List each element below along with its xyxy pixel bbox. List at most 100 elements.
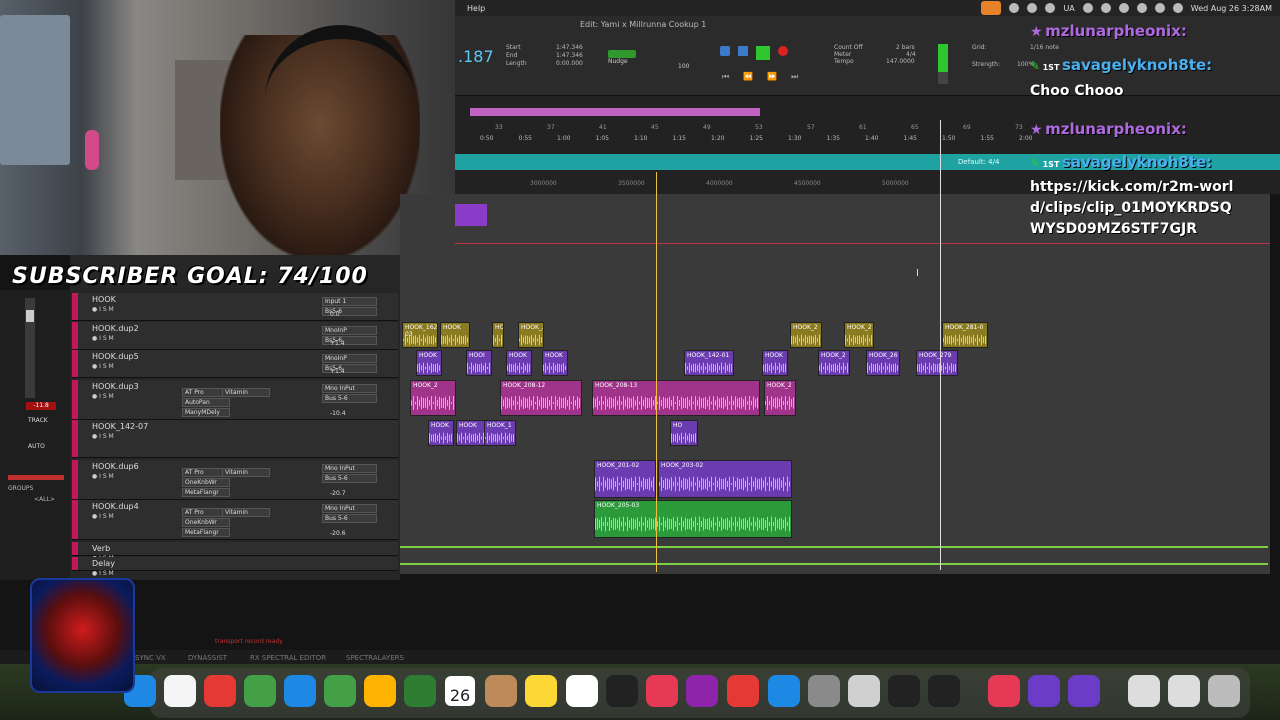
news-icon[interactable] bbox=[727, 675, 759, 707]
photos-icon[interactable] bbox=[364, 675, 396, 707]
forward-end-icon[interactable]: ⏭ bbox=[791, 72, 798, 82]
track-buttons[interactable]: ● I S M bbox=[92, 473, 114, 480]
track-volume[interactable]: -20.6 bbox=[330, 530, 346, 537]
auto-mode[interactable] bbox=[8, 475, 64, 480]
audio-clip[interactable]: HOOK_2 bbox=[844, 322, 874, 348]
tab-spectralayers[interactable]: SPECTRALAYERS bbox=[346, 654, 404, 662]
clock[interactable]: Wed Aug 26 3:28AM bbox=[1191, 4, 1272, 13]
track-header[interactable]: HOOK.dup3 ● I S M AT Pro Vitamin AutoPan Many… bbox=[72, 380, 398, 420]
audio-clip[interactable]: HOOK bbox=[428, 420, 454, 446]
track-name[interactable]: HOOK.dup4 bbox=[92, 502, 139, 511]
menu-help[interactable]: Help bbox=[467, 4, 485, 13]
track-buttons[interactable]: ● I S M bbox=[92, 306, 114, 313]
cc-icon[interactable] bbox=[1045, 3, 1056, 13]
avid-icon[interactable] bbox=[1028, 675, 1060, 707]
audio-clip[interactable]: HOOI bbox=[466, 350, 492, 376]
track-volume[interactable]: +1.4 bbox=[330, 340, 345, 347]
track-volume[interactable]: -20.7 bbox=[330, 490, 346, 497]
io-input[interactable]: Mno InPut bbox=[322, 504, 377, 513]
fader-knob[interactable] bbox=[26, 310, 34, 322]
record-indicator-icon[interactable] bbox=[981, 1, 1002, 15]
audio-clip[interactable]: HOOK_2 bbox=[764, 380, 796, 416]
audio-clip[interactable]: HOOK_26 bbox=[866, 350, 900, 376]
audio-clip[interactable]: HOOK_203-02 bbox=[658, 460, 792, 498]
mail-icon[interactable] bbox=[284, 675, 316, 707]
play-button[interactable] bbox=[756, 46, 770, 60]
play-icon[interactable] bbox=[1100, 3, 1111, 13]
loop-button[interactable] bbox=[720, 46, 730, 56]
audio-clip[interactable]: HOOK_279 bbox=[916, 350, 958, 376]
io-input[interactable]: Mno InPut bbox=[322, 464, 377, 473]
forward-icon[interactable]: ⏩ bbox=[767, 72, 777, 82]
nudge-value[interactable]: 100 bbox=[678, 63, 689, 70]
audio-clip[interactable]: HOOK_2 bbox=[410, 380, 456, 416]
rewind-icon[interactable]: ⏪ bbox=[743, 72, 753, 82]
avid2-icon[interactable] bbox=[1068, 675, 1100, 707]
control-center-icon[interactable] bbox=[1172, 3, 1183, 13]
audio-clip[interactable]: HOOK bbox=[492, 322, 504, 348]
notes-icon[interactable] bbox=[525, 675, 557, 707]
end-value[interactable]: 1:47.346 bbox=[556, 52, 583, 60]
track-name[interactable]: Delay bbox=[92, 559, 115, 568]
audio-clip[interactable]: HOOK bbox=[456, 420, 486, 446]
maps-icon[interactable] bbox=[324, 675, 356, 707]
audio-clip[interactable]: HOOK_2 bbox=[518, 322, 544, 348]
protools-icon[interactable] bbox=[888, 675, 920, 707]
tab-dynassist[interactable]: DYNASSIST bbox=[188, 654, 227, 662]
audio-clip[interactable]: HOOK bbox=[762, 350, 788, 376]
plugin-insert[interactable]: ManyMDely bbox=[182, 408, 230, 417]
track-buttons[interactable]: ● I S M bbox=[92, 393, 114, 400]
count-off-bars[interactable]: 2 bars bbox=[896, 44, 915, 51]
contacts-icon[interactable] bbox=[485, 675, 517, 707]
audio-clip[interactable]: HOOK_201-02 bbox=[594, 460, 656, 498]
track-buttons[interactable]: ● I S M bbox=[92, 513, 114, 520]
plugin-insert[interactable]: OneKnbWr bbox=[182, 518, 230, 527]
protools2-icon[interactable] bbox=[928, 675, 960, 707]
marker-range[interactable] bbox=[470, 108, 760, 116]
audio-clip[interactable]: HOOK_281-0 bbox=[942, 322, 988, 348]
track-name[interactable]: Verb bbox=[92, 544, 110, 553]
appstore-icon[interactable] bbox=[768, 675, 800, 707]
app-icon[interactable] bbox=[848, 675, 880, 707]
audio-clip[interactable]: HOOK bbox=[542, 350, 568, 376]
record-button[interactable] bbox=[778, 46, 788, 56]
tempo-value[interactable]: 147.0000 bbox=[886, 58, 915, 65]
io-input[interactable]: MnoInP bbox=[322, 354, 377, 363]
tab-rx-spectral[interactable]: RX SPECTRAL EDITOR bbox=[250, 654, 326, 662]
plugin-insert[interactable]: Vitamin bbox=[222, 508, 270, 517]
stop-button[interactable] bbox=[738, 46, 748, 56]
audio-clip[interactable]: HOOK_2 bbox=[790, 322, 822, 348]
track-name[interactable]: HOOK.dup5 bbox=[92, 352, 139, 361]
audio-clip[interactable]: HOOK_162-03 bbox=[402, 322, 438, 348]
audio-clip[interactable]: HOOK bbox=[440, 322, 470, 348]
audio-clip[interactable]: HOOK_208-13 bbox=[592, 380, 760, 416]
keyboard-layout[interactable]: UA bbox=[1063, 4, 1074, 13]
groups-all[interactable]: <ALL> bbox=[34, 496, 55, 503]
track-header[interactable]: Verb● I S M bbox=[72, 542, 398, 562]
track-header[interactable]: HOOK.dup4 ● I S M AT Pro Vitamin OneKnbWr Met… bbox=[72, 500, 398, 540]
freeform-icon[interactable] bbox=[566, 675, 598, 707]
send-bus[interactable]: Bus 5-6 bbox=[322, 394, 377, 403]
audio-clip[interactable]: HOOK_208-12 bbox=[500, 380, 582, 416]
plugin-insert[interactable]: AutoPan bbox=[182, 398, 230, 407]
wifi-icon[interactable] bbox=[1136, 3, 1147, 13]
music-icon[interactable] bbox=[646, 675, 678, 707]
track-buttons[interactable]: ● I S M bbox=[92, 433, 114, 440]
count-off-label[interactable]: Count Off bbox=[834, 44, 863, 51]
track-volume[interactable]: -10.4 bbox=[330, 410, 346, 417]
track-header[interactable]: HOOK.dup6 ● I S M AT Pro Vitamin OneKnbWr Met… bbox=[72, 460, 398, 500]
track-name[interactable]: HOOK.dup6 bbox=[92, 462, 139, 471]
plugin-insert[interactable]: MetaFlangr bbox=[182, 528, 230, 537]
track-volume[interactable]: +1.4 bbox=[330, 368, 345, 375]
track-buttons[interactable]: ● I S M bbox=[92, 363, 114, 370]
io-input[interactable]: Mno InPut bbox=[322, 384, 377, 393]
send-bus[interactable]: Bus 5-6 bbox=[322, 474, 377, 483]
messages-icon[interactable] bbox=[244, 675, 276, 707]
audio-clip[interactable]: HOOK bbox=[416, 350, 442, 376]
track-buttons[interactable]: ● I S M bbox=[92, 570, 114, 577]
track-header[interactable]: HOOK.dup2 ● I S M MnoInP Bs5-6 +1.4 bbox=[72, 322, 398, 350]
audio-clip[interactable]: HOOK bbox=[506, 350, 532, 376]
podcasts-icon[interactable] bbox=[686, 675, 718, 707]
status-icon[interactable] bbox=[1009, 3, 1020, 13]
reminders-icon[interactable] bbox=[164, 675, 196, 707]
